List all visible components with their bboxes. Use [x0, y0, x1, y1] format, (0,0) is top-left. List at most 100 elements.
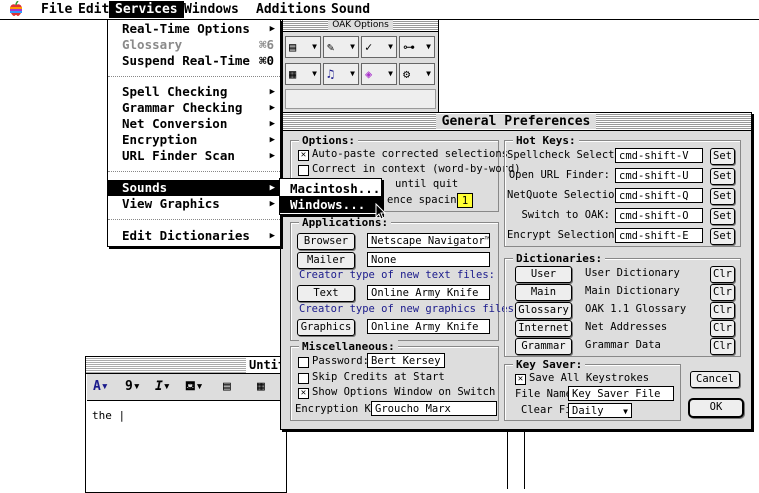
spellcheck-tool-icon[interactable]: ✓ ▼ — [361, 36, 397, 58]
paint-bucket-icon[interactable]: ⛾▾ — [185, 377, 203, 397]
correct-context-checkbox[interactable] — [298, 165, 309, 176]
menu-item-sounds[interactable]: Sounds ▶ — [108, 180, 280, 196]
dictionary-button[interactable]: Grammar — [515, 338, 572, 355]
save-all-checkbox[interactable]: ✕ — [515, 374, 526, 385]
menu-item-grammar-checking[interactable]: Grammar Checking ▶ — [108, 100, 280, 116]
menu-item-label: Sounds — [122, 180, 168, 195]
hotkey-field[interactable]: cmd-shift-U — [615, 168, 703, 183]
dictionary-name: Net Addresses — [585, 321, 668, 333]
encryption-key-field[interactable]: Groucho Marx — [371, 401, 497, 416]
browser-field[interactable]: Netscape Navigator™ 3.0 — [367, 233, 490, 248]
sounds-submenu: Macintosh... Windows... — [279, 178, 382, 215]
palette-title-bar[interactable]: OAK Options — [283, 20, 438, 32]
menu-item-encryption[interactable]: Encryption ▶ — [108, 132, 280, 148]
document-tool-icon[interactable]: ▤ ▼ — [285, 36, 321, 58]
untitled-document-window: Untit A▾ 9▾ I▾ ⛾▾ ▤ ▦ the | — [85, 356, 289, 493]
show-options-label: Show Options Window on Switch — [312, 386, 496, 398]
spellcheck-icon[interactable]: ▦ — [257, 377, 265, 397]
hotkey-set-button[interactable]: Set — [710, 208, 735, 225]
auto-paste-checkbox[interactable]: ✕ — [298, 150, 309, 161]
graphics-creator-button[interactable]: Graphics — [297, 319, 355, 336]
dictionary-button[interactable]: User — [515, 266, 572, 283]
hotkey-field[interactable]: cmd-shift-O — [615, 208, 703, 223]
menu-item-real-time-options[interactable]: Real-Time Options ▶ — [108, 21, 280, 37]
hotkey-field[interactable]: cmd-shift-E — [615, 228, 703, 243]
file-name-field[interactable]: Key Saver File — [568, 386, 674, 401]
skip-credits-checkbox[interactable] — [298, 373, 309, 384]
menu-item-view-graphics[interactable]: View Graphics ▶ — [108, 196, 280, 212]
font-icon[interactable]: A▾ — [93, 377, 109, 397]
menu-item-glossary[interactable]: Glossary ⌘6 — [108, 37, 280, 53]
oak-options-palette: OAK Options ▤ ▼ ✎ ▼ ✓ ▼ ⊶ ▼ ▦ ▼ ♫ ▼ ◈ ▼ ⚙ ▼ — [282, 19, 439, 113]
dictionary-clear-button[interactable]: Clr — [710, 320, 735, 337]
dictionary-name: User Dictionary — [585, 267, 680, 279]
dictionary-name: Main Dictionary — [585, 285, 680, 297]
style-icon[interactable]: I▾ — [155, 377, 171, 397]
document-body-text[interactable]: the | — [92, 409, 125, 422]
dictionary-clear-button[interactable]: Clr — [710, 338, 735, 355]
diamond-tool-icon[interactable]: ◈ ▼ — [361, 63, 397, 85]
dictionary-clear-button[interactable]: Clr — [710, 302, 735, 319]
graphics-creator-field[interactable]: Online Army Knife — [367, 319, 490, 334]
apple-menu-icon[interactable] — [9, 0, 23, 21]
hotkey-set-button[interactable]: Set — [710, 188, 735, 205]
skip-credits-label: Skip Credits at Start — [312, 371, 445, 383]
edit-tool-icon[interactable]: ✎ ▼ — [323, 36, 359, 58]
hotkey-set-button[interactable]: Set — [710, 148, 735, 165]
dictionary-clear-button[interactable]: Clr — [710, 284, 735, 301]
menu-sound[interactable]: Sound — [325, 1, 376, 18]
show-options-checkbox[interactable]: ✕ — [298, 388, 309, 399]
hotkey-set-button[interactable]: Set — [710, 168, 735, 185]
sentence-spacing-field[interactable]: 1 — [457, 193, 473, 208]
menu-separator — [108, 219, 280, 220]
password-checkbox[interactable] — [298, 357, 309, 368]
general-preferences-dialog: General Preferences Options: ✕ Auto-past… — [280, 112, 752, 430]
mailer-button[interactable]: Mailer — [297, 252, 355, 269]
window-title-bar[interactable]: Untit — [86, 357, 289, 374]
menu-additions[interactable]: Additions — [250, 1, 332, 18]
key-saver-group: Key Saver: ✕ Save All Keystrokes File Na… — [504, 358, 681, 421]
menu-item-label: Encryption — [122, 132, 198, 147]
options-title: Options: — [299, 134, 358, 147]
dictionary-name: OAK 1.1 Glossary — [585, 303, 687, 315]
clear-file-dropdown[interactable]: Daily ▼ — [568, 403, 632, 418]
browser-button[interactable]: Browser — [297, 233, 355, 250]
font-size-dropdown[interactable]: 9▾ — [125, 377, 141, 397]
applications-group: Applications: Browser Netscape Navigator… — [290, 216, 520, 341]
dialog-title-bar[interactable]: General Preferences — [281, 113, 751, 131]
miscellaneous-group: Miscellaneous: Password: Bert Kersey Ski… — [290, 340, 499, 421]
password-field[interactable]: Bert Kersey — [367, 353, 445, 368]
dialog-title: General Preferences — [435, 114, 597, 129]
dictionary-button[interactable]: Main — [515, 284, 572, 301]
palette-title: OAK Options — [328, 20, 393, 30]
hotkey-set-button[interactable]: Set — [710, 228, 735, 245]
menu-item-net-conversion[interactable]: Net Conversion ▶ — [108, 116, 280, 132]
music-note-icon[interactable]: ♫ ▼ — [323, 63, 359, 85]
submenu-item-windows[interactable]: Windows... — [280, 196, 381, 213]
dictionary-button[interactable]: Internet — [515, 320, 572, 337]
key-tool-icon[interactable]: ⊶ ▼ — [399, 36, 435, 58]
hotkey-field[interactable]: cmd-shift-Q — [615, 188, 703, 203]
cancel-button[interactable]: Cancel — [690, 371, 740, 388]
mailer-field[interactable]: None — [367, 252, 490, 267]
background-scrollbar — [507, 429, 525, 489]
menu-windows[interactable]: Windows — [178, 1, 245, 18]
text-creator-button[interactable]: Text — [297, 285, 355, 302]
save-all-label: Save All Keystrokes — [529, 372, 650, 384]
clear-file-value: Daily — [572, 405, 604, 417]
dictionary-button[interactable]: Glossary — [515, 302, 572, 319]
menu-item-url-finder-scan[interactable]: URL Finder Scan ▶ — [108, 148, 280, 164]
hotkey-field[interactable]: cmd-shift-V — [615, 148, 703, 163]
menu-item-edit-dictionaries[interactable]: Edit Dictionaries ▶ — [108, 228, 280, 244]
document-icon[interactable]: ▤ — [223, 377, 231, 397]
menu-services[interactable]: Services — [109, 1, 184, 18]
submenu-item-macintosh[interactable]: Macintosh... — [280, 180, 381, 197]
submenu-arrow-icon: ▶ — [269, 103, 275, 113]
text-creator-field[interactable]: Online Army Knife — [367, 285, 490, 300]
menu-item-suspend-real-time[interactable]: Suspend Real-Time ⌘0 — [108, 53, 280, 69]
film-tool-icon[interactable]: ▦ ▼ — [285, 63, 321, 85]
ok-button[interactable]: OK — [688, 398, 744, 418]
dictionary-clear-button[interactable]: Clr — [710, 266, 735, 283]
switch-tool-icon[interactable]: ⚙ ▼ — [399, 63, 435, 85]
menu-item-spell-checking[interactable]: Spell Checking ▶ — [108, 84, 280, 100]
